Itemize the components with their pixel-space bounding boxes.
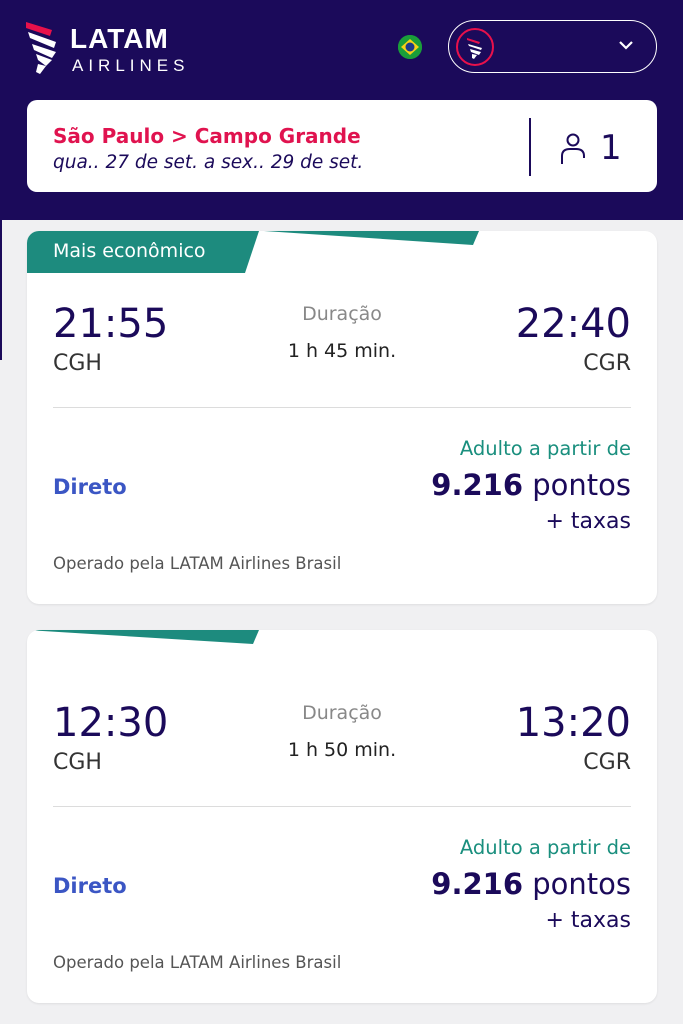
passenger-count: 1 [600,128,622,168]
latam-user-icon [456,28,494,66]
points-price: 9.216 pontos [431,867,631,901]
card-divider [53,806,631,807]
flag-graphic [398,35,422,59]
app-header: LATAM AIRLINES São Paulo > Campo Grande … [0,0,683,220]
card-divider [53,407,631,408]
points-value: 9.216 [431,867,524,901]
header-edge [0,220,2,360]
dates-text: qua.. 27 de set. a sex.. 29 de set. [53,152,364,173]
points-price: 9.216 pontos [431,468,631,502]
latam-logo[interactable]: LATAM AIRLINES [26,20,206,76]
arrival-airport: CGR [583,351,631,376]
stops-label: Direto [53,874,127,898]
logo-wordmark: LATAM [70,23,169,54]
flight-card[interactable]: Mais econômico 12:30 CGH Duração 1 h 50 … [27,630,657,1003]
flight-card[interactable]: Mais econômico Mais rápido 21:55 CGH Dur… [27,231,657,604]
arrival-airport: CGR [583,750,631,775]
arrival-time: 22:40 [515,301,631,347]
tag-cheapest: Mais econômico [53,240,206,262]
tag-fastest: Mais rápido [272,240,382,262]
points-unit: pontos [532,468,631,502]
operator-text: Operado pela LATAM Airlines Brasil [53,554,342,573]
brazil-flag-icon[interactable] [398,35,422,59]
account-menu-button[interactable] [448,20,657,73]
chevron-down-icon [619,41,633,50]
tag-cheapest: Mais econômico [53,639,206,661]
taxes-label: + taxas [545,509,632,534]
divider [529,118,531,176]
route-text: São Paulo > Campo Grande [53,124,361,148]
points-value: 9.216 [431,468,524,502]
price-label: Adulto a partir de [459,437,631,460]
stops-label: Direto [53,475,127,499]
taxes-label: + taxas [545,908,632,933]
price-label: Adulto a partir de [459,836,631,859]
account-logo-graphic [467,38,482,59]
points-unit: pontos [532,867,631,901]
operator-text: Operado pela LATAM Airlines Brasil [53,953,342,972]
passenger-icon [561,133,585,164]
search-summary-card[interactable]: São Paulo > Campo Grande qua.. 27 de set… [27,100,657,192]
logo-subtitle: AIRLINES [72,56,190,75]
arrival-time: 13:20 [515,700,631,746]
latam-logo-icon [26,22,56,74]
